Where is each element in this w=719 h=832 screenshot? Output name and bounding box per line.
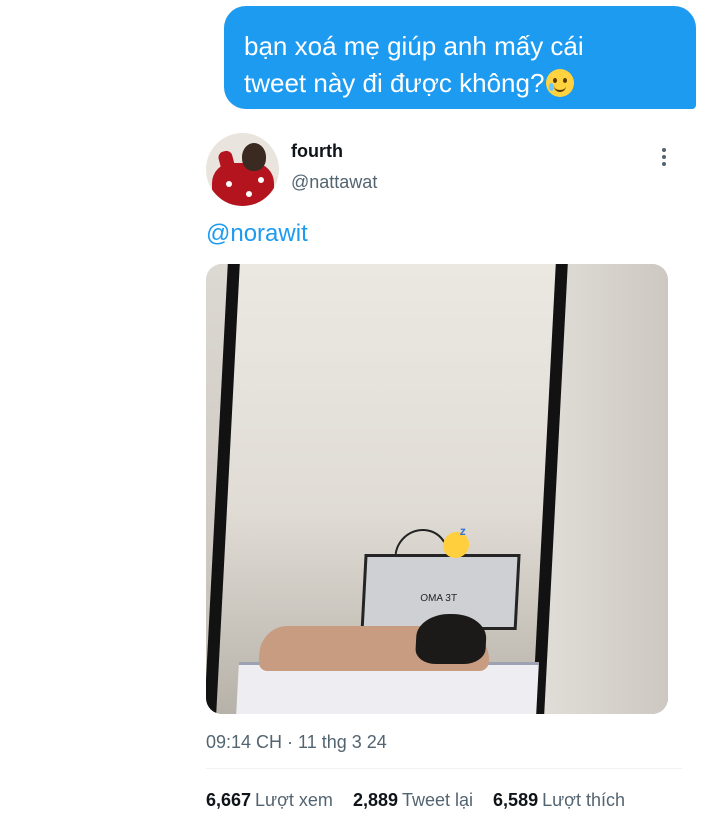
message-line-2: tweet này đi được không? [244, 68, 545, 98]
mention-link[interactable]: @norawit [206, 220, 308, 248]
mirror-frame: OMA 3T [206, 264, 568, 714]
retweets-stat[interactable]: 2,889 Tweet lại [353, 790, 473, 811]
likes-stat[interactable]: 6,589 Lượt thích [493, 790, 625, 811]
tweet-stats: 6,667 Lượt xem 2,889 Tweet lại 6,589 Lượt t… [206, 790, 640, 811]
user-handle[interactable]: @nattawat [291, 172, 377, 193]
tweet-timestamp[interactable]: 09:14 CH · 11 thg 3 24 [206, 732, 387, 753]
views-stat[interactable]: 6,667 Lượt xem [206, 790, 333, 811]
message-bubble[interactable]: bạn xoá mẹ giúp anh mấy cái tweet này đi… [224, 6, 696, 109]
avatar[interactable] [206, 133, 279, 206]
divider [206, 768, 682, 769]
display-name[interactable]: fourth [291, 141, 343, 162]
message-line-1: bạn xoá mẹ giúp anh mấy cái [244, 31, 584, 61]
smiling-face-with-tear-icon [546, 69, 575, 97]
tweet-photo[interactable]: OMA 3T [206, 264, 668, 714]
more-options-icon[interactable] [657, 148, 671, 170]
tweet-card[interactable]: fourth @nattawat @norawit OMA 3T 09:14 C… [206, 128, 682, 832]
